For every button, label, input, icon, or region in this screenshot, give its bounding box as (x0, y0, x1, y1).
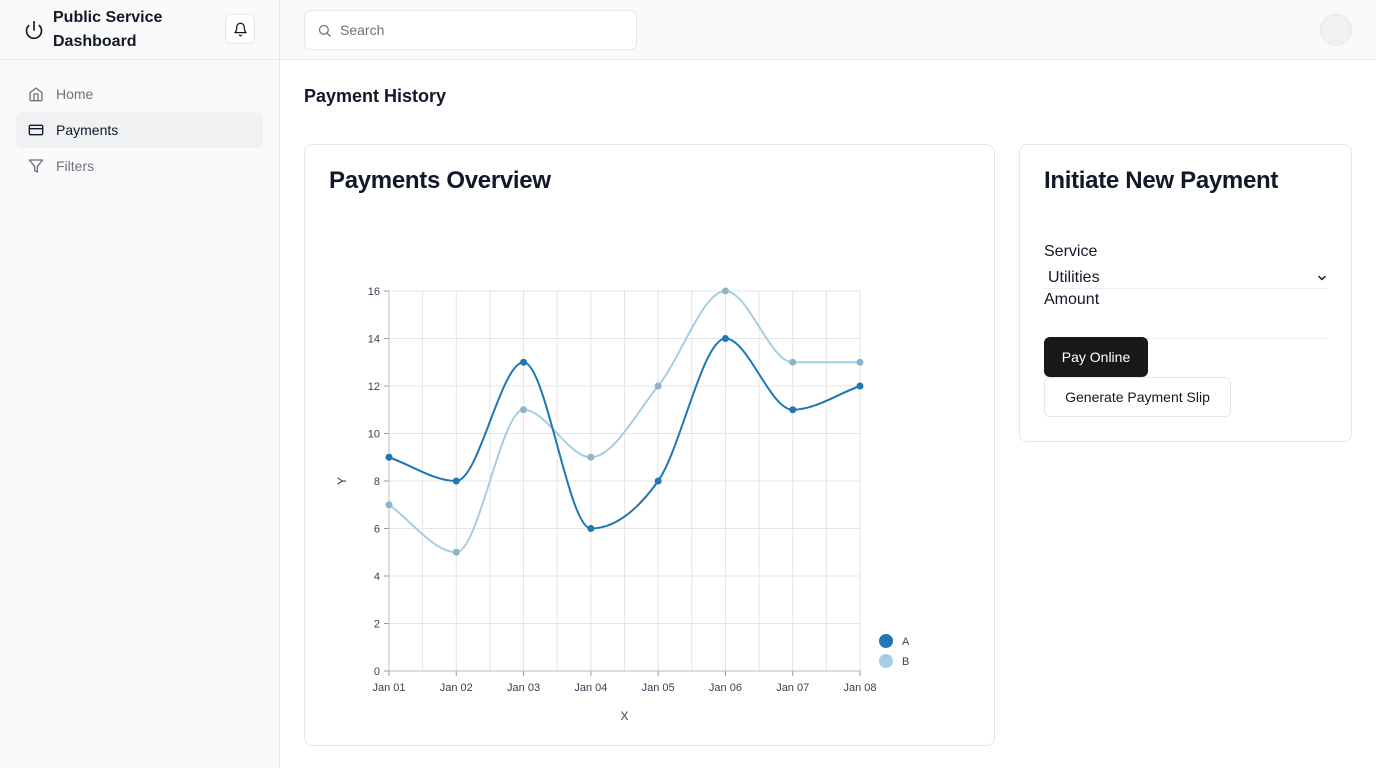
y-tick-label: 4 (374, 571, 380, 583)
x-tick-label: Jan 05 (642, 682, 675, 694)
sidebar-item-label: Home (56, 86, 94, 102)
series-point-b (452, 548, 460, 556)
y-tick-label: 16 (368, 286, 380, 298)
y-axis-label: Y (335, 477, 349, 485)
home-icon (28, 86, 44, 102)
sidebar-item-label: Filters (56, 158, 95, 174)
filter-icon (28, 158, 44, 174)
series-point-a (452, 477, 460, 485)
page-title: Payment History (304, 86, 447, 106)
series-point-a (587, 525, 595, 532)
sidebar-item-label: Payments (56, 122, 119, 138)
y-tick-label: 14 (368, 334, 380, 346)
y-tick-label: 0 (374, 666, 380, 678)
search-icon (317, 23, 332, 38)
series-point-b (789, 358, 797, 366)
series-point-a (520, 358, 528, 366)
x-tick-label: Jan 02 (440, 682, 473, 694)
search-box[interactable] (304, 10, 637, 50)
x-tick-label: Jan 01 (372, 682, 405, 694)
series-point-b (520, 406, 528, 414)
series-point-a (789, 406, 797, 414)
payment-card: Initiate New Payment Service Utilities A… (1019, 144, 1352, 442)
search-input[interactable] (340, 22, 620, 38)
generate-payment-slip-button[interactable]: Generate Payment Slip (1044, 377, 1231, 417)
series-point-a (654, 477, 662, 485)
y-tick-label: 12 (368, 381, 380, 393)
payment-card-title: Initiate New Payment (1044, 167, 1279, 194)
legend-marker-b (879, 654, 893, 668)
avatar[interactable] (1320, 14, 1352, 46)
series-point-a (385, 453, 393, 461)
y-tick-label: 2 (374, 619, 380, 631)
legend-label-a: A (902, 636, 910, 648)
y-tick-label: 6 (374, 524, 380, 536)
series-point-b (385, 501, 393, 509)
credit-card-icon (28, 122, 44, 138)
app-title: Public Service Dashboard (53, 8, 163, 50)
series-point-a (721, 335, 729, 342)
service-label: Service (1044, 243, 1098, 260)
x-tick-label: Jan 06 (709, 682, 742, 694)
payments-line-chart: 0 2 4 6 8 10 12 14 16 Jan 01 Jan 02 Jan 03 Jan 04 Jan… (335, 286, 910, 723)
y-tick-label: 8 (374, 476, 380, 488)
legend-marker-a (879, 634, 893, 648)
pay-online-button[interactable]: Pay Online (1044, 337, 1148, 377)
series-point-a (856, 382, 864, 390)
amount-label: Amount (1044, 291, 1100, 308)
x-tick-label: Jan 04 (574, 682, 607, 694)
sidebar-item-payments[interactable]: Payments (16, 112, 263, 148)
brand-header: Public Service Dashboard (0, 0, 279, 60)
sidebar-item-filters[interactable]: Filters (16, 148, 263, 184)
power-icon (24, 20, 44, 40)
x-tick-label: Jan 07 (776, 682, 809, 694)
sidebar-nav: Home Payments Filters (0, 60, 279, 200)
bell-icon (233, 22, 248, 37)
x-axis-label: X (620, 709, 628, 723)
legend-label-b: B (902, 656, 909, 668)
series-point-b (721, 287, 729, 295)
series-point-b (856, 358, 864, 366)
amount-input[interactable] (1044, 315, 1328, 339)
service-select[interactable]: Utilities (1044, 267, 1328, 289)
chart-card: Payments Overview 0 2 4 6 8 10 12 14 16 Jan 01 Jan… (304, 144, 995, 746)
sidebar: Public Service Dashboard Home Payments F… (0, 0, 280, 768)
series-point-b (654, 382, 662, 390)
series-point-b (587, 453, 595, 461)
chevron-down-icon (1316, 272, 1328, 284)
notifications-button[interactable] (225, 14, 255, 44)
y-tick-label: 10 (368, 429, 380, 441)
sidebar-item-home[interactable]: Home (16, 76, 263, 112)
x-tick-label: Jan 08 (843, 682, 876, 694)
x-tick-label: Jan 03 (507, 682, 540, 694)
service-select-value: Utilities (1048, 268, 1100, 286)
topbar (280, 0, 1376, 60)
